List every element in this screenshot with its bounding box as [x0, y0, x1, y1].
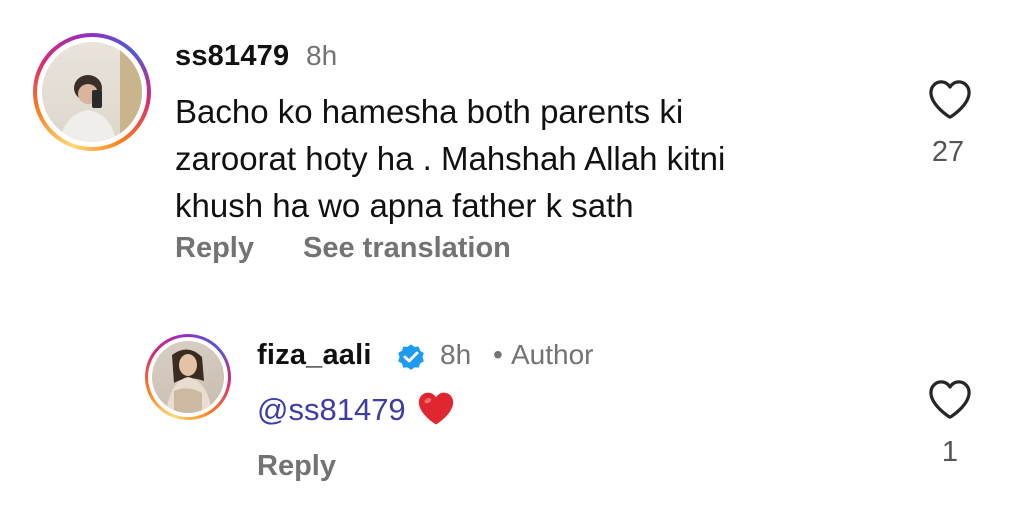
reply-button[interactable]: Reply: [175, 232, 254, 265]
verified-badge-icon: [398, 344, 424, 370]
comment-item: ss81479 8h Bacho ko hamesha both parents…: [0, 0, 1024, 290]
avatar[interactable]: [33, 33, 151, 151]
avatar[interactable]: [145, 334, 231, 420]
comment-text: @ss81479: [257, 390, 456, 434]
mention-link[interactable]: @ss81479: [257, 392, 406, 427]
heart-emoji-icon: [418, 392, 454, 425]
avatar-photo-icon: [60, 42, 142, 142]
comment-timestamp: 8h: [306, 40, 338, 71]
like-count: 27: [931, 136, 965, 168]
comment-text: Bacho ko hamesha both parents ki zaroora…: [175, 93, 726, 224]
comment-timestamp: 8h: [440, 339, 472, 370]
heart-outline-icon[interactable]: [927, 78, 973, 120]
reply-button[interactable]: Reply: [257, 450, 336, 483]
see-translation-button[interactable]: See translation: [303, 232, 511, 265]
author-label: Author: [511, 339, 594, 370]
comment-username[interactable]: fiza_aali: [257, 339, 372, 372]
avatar-photo-icon: [166, 349, 212, 413]
heart-outline-icon[interactable]: [927, 378, 973, 420]
like-count: 1: [941, 436, 959, 468]
separator-dot: •: [493, 339, 503, 370]
comment-reply-item: fiza_aali 8h • Author @ss81479 Reply 1: [0, 300, 1024, 522]
comment-username[interactable]: ss81479: [175, 40, 289, 73]
